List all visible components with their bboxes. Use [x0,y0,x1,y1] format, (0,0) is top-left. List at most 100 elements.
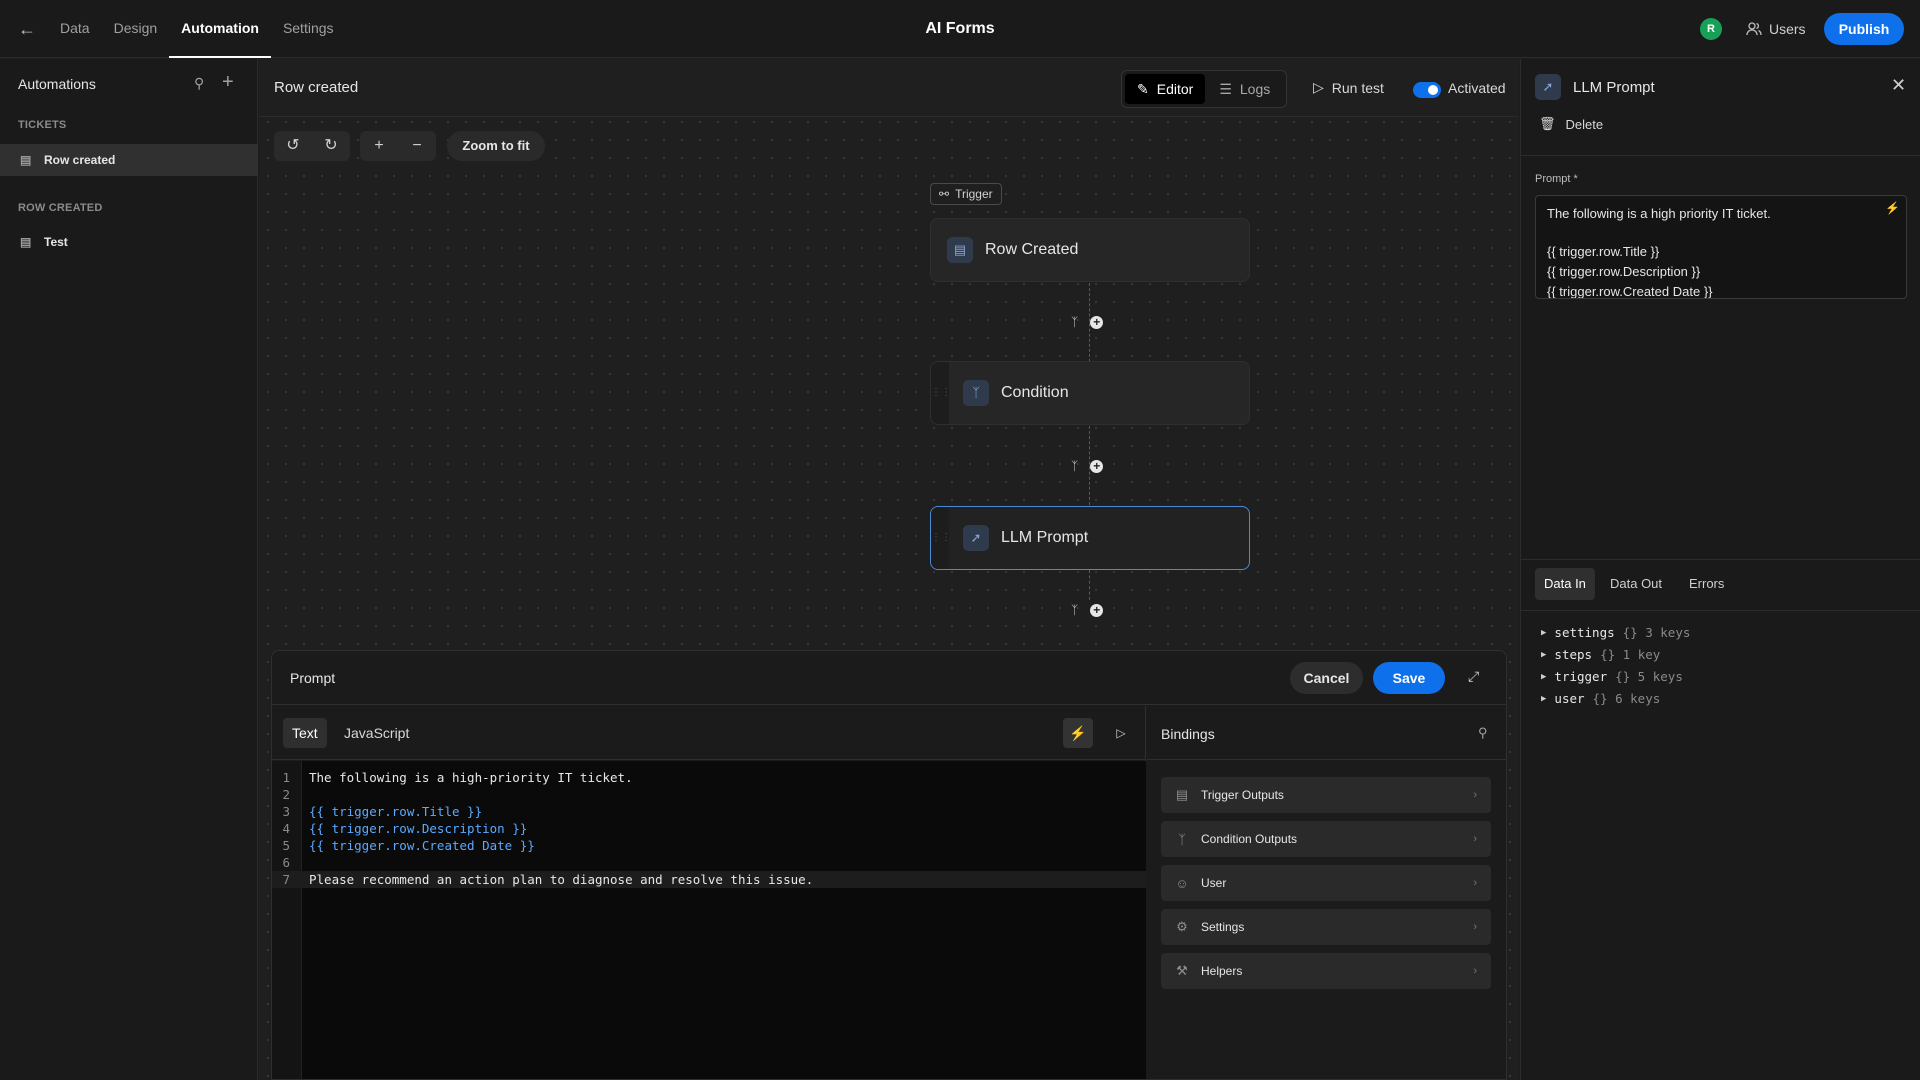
json-node-user[interactable]: ▶ user {} 6 keys [1541,691,1660,706]
tools-icon: ⚒ [1176,963,1188,978]
json-meta: {} 6 keys [1592,691,1661,706]
prompt-line: {{ trigger.row.Title }} [1547,244,1660,259]
nav-tab-data[interactable]: Data [48,0,102,58]
gear-icon: ⚙ [1176,919,1188,934]
json-key: settings [1554,625,1615,640]
table-icon: ▤ [1175,787,1189,802]
add-step-icon[interactable]: + [1090,603,1104,617]
lightning-icon[interactable]: ⚡ [1885,201,1900,215]
nav-tab-settings[interactable]: Settings [271,0,346,58]
sidebar-item-test[interactable]: ▤ Test [0,226,258,258]
publish-button[interactable]: Publish [1824,13,1904,45]
chevron-right-icon: › [1473,833,1477,845]
code-editor[interactable]: 1 The following is a high-priority IT tic… [272,761,1146,1079]
nav-tab-automation[interactable]: Automation [169,0,271,58]
divider [1521,610,1920,611]
sidebar-group-tickets: TICKETS [18,119,67,131]
json-node-settings[interactable]: ▶ settings {} 3 keys [1541,625,1690,640]
caret-right-icon: ▶ [1541,693,1547,704]
lightning-icon[interactable]: ⚡ [1063,718,1093,748]
binding-settings[interactable]: ⚙ Settings › [1161,909,1491,945]
save-button[interactable]: Save [1373,662,1445,694]
play-icon[interactable]: ▷ [1106,718,1136,748]
json-meta: {} 1 key [1600,647,1661,662]
json-key: user [1554,691,1585,706]
table-icon: ▤ [20,235,32,249]
step-details-panel: ➚ LLM Prompt ✕ 🗑 Delete Prompt * The fol… [1520,59,1920,1080]
code-line: 6 [282,855,290,870]
drag-handle-icon[interactable]: ⋮⋮ [931,507,951,569]
binding-condition-outputs[interactable]: ᛉ Condition Outputs › [1161,821,1491,857]
editor-mode-tabs: Text JavaScript ⚡ ▷ [272,706,1146,760]
add-step-icon[interactable]: + [1090,459,1104,473]
editor-tab[interactable]: ✎ Editor [1125,74,1206,104]
back-arrow-icon[interactable]: ← [16,18,38,40]
node-condition[interactable]: ⋮⋮ ᛉ Condition [930,361,1250,425]
undo-icon[interactable]: ↺ [274,131,312,161]
zoom-to-fit-button[interactable]: Zoom to fit [447,131,545,161]
sidebar-item-label: Test [44,235,68,249]
zoom-out-icon[interactable]: − [398,131,436,161]
json-meta: {} 3 keys [1622,625,1691,640]
prompt-editor-modal: Prompt Cancel Save ⤢ Text JavaScript ⚡ ▷… [271,650,1507,1080]
tab-javascript[interactable]: JavaScript [335,718,418,748]
add-step-icon[interactable]: + [1090,315,1104,329]
branch-icon[interactable]: ᛉ [1071,459,1078,473]
cancel-button[interactable]: Cancel [1290,662,1363,694]
connector-line [1089,570,1090,600]
node-label: LLM Prompt [1001,529,1089,546]
users-label: Users [1769,21,1806,37]
node-row-created[interactable]: ▤ Row Created [930,218,1250,282]
add-icon[interactable]: + [222,71,234,94]
binding-helpers[interactable]: ⚒ Helpers › [1161,953,1491,989]
tab-data-in[interactable]: Data In [1535,568,1595,600]
delete-button[interactable]: 🗑 Delete [1539,116,1603,132]
code-line: 1 The following is a high-priority IT tic… [282,770,633,785]
sidebar-item-row-created[interactable]: ▤ Row created [0,144,258,176]
search-icon[interactable]: ⚲ [1478,725,1488,741]
json-node-trigger[interactable]: ▶ trigger {} 5 keys [1541,669,1683,684]
node-llm-prompt[interactable]: ⋮⋮ ➚ LLM Prompt [930,506,1250,570]
expand-icon[interactable]: ⤢ [1468,668,1479,685]
code-line: 4{{ trigger.row.Description }} [282,821,528,836]
canvas-header: Row created ✎ Editor ☰ Logs ▷ Run test A… [259,59,1519,117]
tab-text[interactable]: Text [283,718,327,748]
tab-data-out[interactable]: Data Out [1601,568,1671,600]
view-switcher: ✎ Editor ☰ Logs [1121,70,1287,108]
close-icon[interactable]: ✕ [1891,75,1906,96]
users-button[interactable]: Users [1746,16,1806,42]
code-line: 2 [282,787,290,802]
search-icon[interactable]: ⚲ [194,75,204,92]
prompt-line [1547,224,1895,242]
binding-label: Helpers [1201,964,1243,978]
redo-icon[interactable]: ↻ [312,131,350,161]
zoom-in-icon[interactable]: + [360,131,398,161]
tab-errors[interactable]: Errors [1680,568,1733,600]
chevron-right-icon: › [1473,877,1477,889]
run-test-button[interactable]: ▷ Run test [1313,79,1384,96]
branch-icon: ⚯ [939,187,950,201]
node-connector: ᛉ + [1071,459,1104,473]
binding-label: Condition Outputs [1201,832,1298,846]
automations-sidebar: Automations ⚲ + TICKETS ▤ Row created RO… [0,59,258,1080]
logs-tab[interactable]: ☰ Logs [1207,74,1282,104]
json-node-steps[interactable]: ▶ steps {} 1 key [1541,647,1660,662]
trash-icon: 🗑 [1539,116,1556,131]
branch-icon[interactable]: ᛉ [1071,315,1078,329]
activated-toggle[interactable] [1413,82,1441,98]
binding-trigger-outputs[interactable]: ▤ Trigger Outputs › [1161,777,1491,813]
json-key: steps [1554,647,1593,662]
chevron-right-icon: › [1473,789,1477,801]
binding-user[interactable]: ☺ User › [1161,865,1491,901]
nav-tab-design[interactable]: Design [102,0,170,58]
bindings-header: Bindings ⚲ [1147,706,1506,760]
drag-handle-icon[interactable]: ⋮⋮ [931,362,951,424]
code-line: 3{{ trigger.row.Title }} [282,804,483,819]
avatar[interactable]: R [1700,18,1722,40]
node-connector: ᛉ + [1071,315,1104,329]
table-icon: ▤ [20,153,32,167]
branch-icon[interactable]: ᛉ [1071,603,1078,617]
node-label: Row Created [985,241,1079,258]
user-icon: ☺ [1175,875,1189,891]
prompt-field[interactable]: The following is a high priority IT tick… [1535,195,1907,299]
